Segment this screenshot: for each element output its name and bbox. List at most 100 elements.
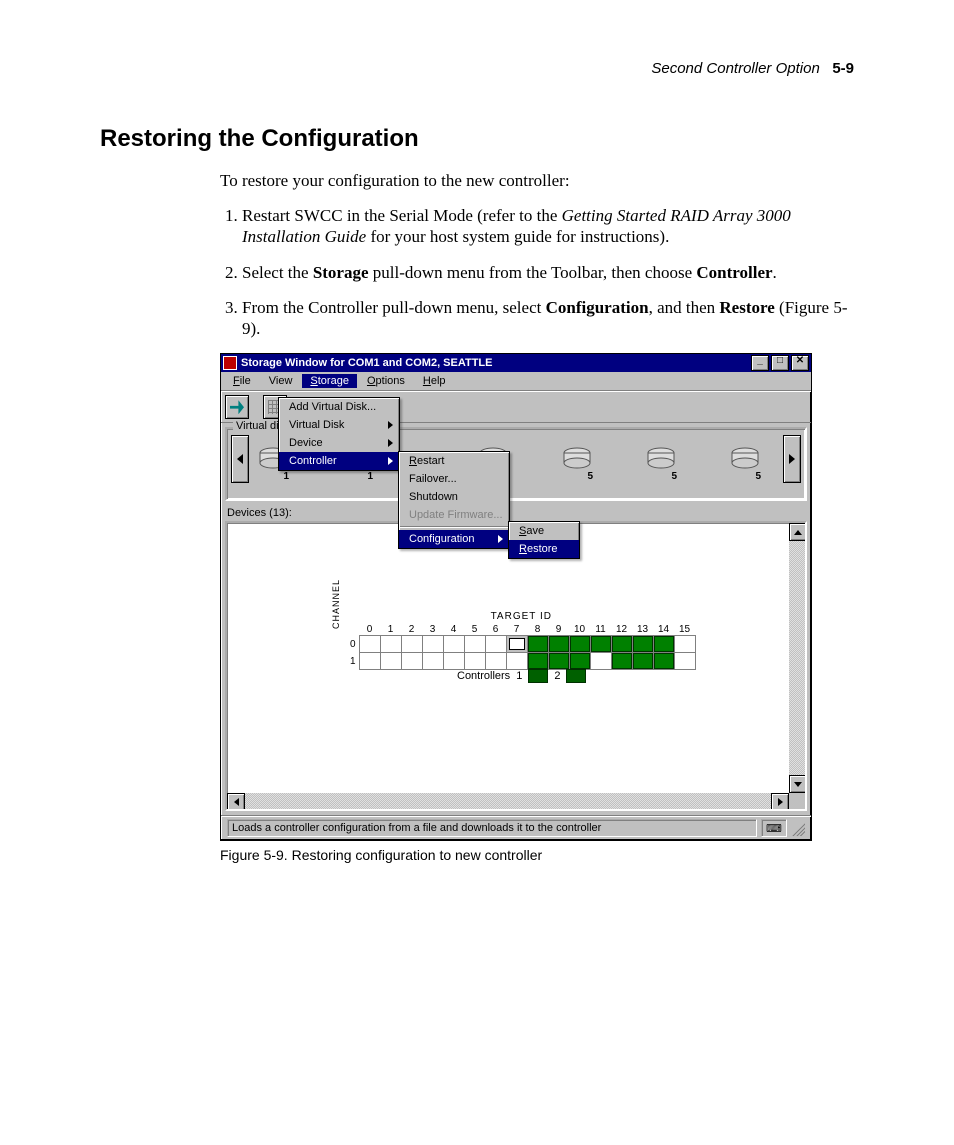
- arrow-up-icon: [794, 530, 802, 535]
- scrollbar-corner: [789, 793, 805, 809]
- menu-restart[interactable]: Restart: [399, 452, 509, 470]
- controller-chip-icon[interactable]: [566, 669, 586, 683]
- menu-add-virtual-disk[interactable]: Add Virtual Disk...: [279, 398, 399, 416]
- step-1: Restart SWCC in the Serial Mode (refer t…: [242, 205, 854, 248]
- slot-0-12[interactable]: [611, 636, 632, 653]
- slot-1-7[interactable]: [506, 653, 527, 670]
- slot-0-15[interactable]: [674, 636, 695, 653]
- menu-help[interactable]: Help: [415, 374, 454, 388]
- disk-stack-icon: [646, 447, 676, 469]
- scroll-left-button[interactable]: [227, 793, 245, 811]
- arrow-right-icon: [778, 798, 783, 806]
- minimize-button[interactable]: _: [751, 355, 769, 371]
- slot-1-11[interactable]: [590, 653, 611, 670]
- slot-0-1[interactable]: [380, 636, 401, 653]
- vdisk-scroll-left[interactable]: [231, 435, 249, 483]
- slot-1-9[interactable]: [548, 653, 569, 670]
- chevron-right-icon: [498, 535, 503, 543]
- scroll-right-button[interactable]: [771, 793, 789, 811]
- menu-failover[interactable]: Failover...: [399, 470, 509, 488]
- window-title: Storage Window for COM1 and COM2, SEATTL…: [241, 357, 751, 369]
- slot-1-0[interactable]: [359, 653, 380, 670]
- menu-device[interactable]: Device: [279, 434, 399, 452]
- slot-1-6[interactable]: [485, 653, 506, 670]
- statusbar: Loads a controller configuration from a …: [221, 815, 811, 840]
- toolbar-button-1[interactable]: [225, 395, 249, 419]
- menu-storage[interactable]: Storage: [302, 374, 357, 388]
- scroll-up-button[interactable]: [789, 523, 807, 541]
- slot-0-7-host[interactable]: [506, 636, 527, 653]
- slot-0-5[interactable]: [464, 636, 485, 653]
- scroll-track[interactable]: [789, 541, 805, 775]
- menu-configuration[interactable]: Configuration: [399, 530, 509, 548]
- menu-view[interactable]: View: [261, 374, 301, 388]
- slot-0-11[interactable]: [590, 636, 611, 653]
- slot-0-4[interactable]: [443, 636, 464, 653]
- menu-file[interactable]: File: [225, 374, 259, 388]
- channel-row-0: 0: [347, 636, 695, 653]
- slot-0-8[interactable]: [527, 636, 548, 653]
- vdisk-scroll-right[interactable]: [783, 435, 801, 483]
- arrow-down-icon: [794, 782, 802, 787]
- slot-0-14[interactable]: [653, 636, 674, 653]
- slot-1-15[interactable]: [674, 653, 695, 670]
- close-button[interactable]: ✕: [791, 355, 809, 371]
- controller-submenu: Restart Failover... Shutdown Update Firm…: [398, 451, 510, 549]
- channel-row-1: 1: [347, 653, 695, 670]
- menu-update-firmware: Update Firmware...: [399, 506, 509, 524]
- vdisk-4[interactable]: 5: [557, 447, 597, 482]
- menu-controller[interactable]: Controller: [279, 452, 399, 470]
- menubar: File View Storage Options Help: [221, 372, 811, 391]
- slot-0-6[interactable]: [485, 636, 506, 653]
- slot-0-9[interactable]: [548, 636, 569, 653]
- scroll-down-button[interactable]: [789, 775, 807, 793]
- system-menu-icon[interactable]: [223, 356, 237, 370]
- slot-0-0[interactable]: [359, 636, 380, 653]
- controller-chip-icon[interactable]: [528, 669, 548, 683]
- menu-virtual-disk[interactable]: Virtual Disk: [279, 416, 399, 434]
- controllers-row: Controllers 1 2: [457, 669, 586, 683]
- vdisk-5[interactable]: 5: [641, 447, 681, 482]
- slot-1-8[interactable]: [527, 653, 548, 670]
- menu-options[interactable]: Options: [359, 374, 413, 388]
- menu-save[interactable]: Save: [509, 522, 579, 540]
- slot-1-12[interactable]: [611, 653, 632, 670]
- disk-stack-icon: [730, 447, 760, 469]
- menu-restore[interactable]: Restore: [509, 540, 579, 558]
- menu-shutdown[interactable]: Shutdown: [399, 488, 509, 506]
- channel-label: CHANNEL: [331, 579, 341, 629]
- slot-0-3[interactable]: [422, 636, 443, 653]
- steps-list: Restart SWCC in the Serial Mode (refer t…: [220, 205, 854, 339]
- figure-caption: Figure 5-9. Restoring configuration to n…: [220, 847, 854, 863]
- titlebar[interactable]: Storage Window for COM1 and COM2, SEATTL…: [221, 354, 811, 372]
- storage-dropdown: Add Virtual Disk... Virtual Disk Device …: [278, 397, 400, 471]
- slot-1-4[interactable]: [443, 653, 464, 670]
- slot-1-1[interactable]: [380, 653, 401, 670]
- slot-0-10[interactable]: [569, 636, 590, 653]
- storage-window: Storage Window for COM1 and COM2, SEATTL…: [220, 353, 812, 841]
- maximize-button[interactable]: □: [771, 355, 789, 371]
- slot-0-2[interactable]: [401, 636, 422, 653]
- lead-paragraph: To restore your configuration to the new…: [220, 171, 854, 191]
- devices-vertical-scrollbar[interactable]: [789, 523, 805, 793]
- configuration-submenu: Save Restore: [508, 521, 580, 559]
- page-number: 5-9: [832, 60, 854, 77]
- keyboard-indicator-icon: ⌨: [761, 819, 787, 837]
- slot-1-3[interactable]: [422, 653, 443, 670]
- step-3: From the Controller pull-down menu, sele…: [242, 297, 854, 340]
- slot-1-2[interactable]: [401, 653, 422, 670]
- triangle-right-icon: [789, 454, 795, 464]
- vdisk-6[interactable]: 5: [725, 447, 765, 482]
- scroll-track[interactable]: [245, 793, 771, 809]
- devices-horizontal-scrollbar[interactable]: [227, 793, 789, 809]
- slot-1-13[interactable]: [632, 653, 653, 670]
- slot-1-5[interactable]: [464, 653, 485, 670]
- arrow-left-icon: [234, 798, 239, 806]
- slot-0-13[interactable]: [632, 636, 653, 653]
- target-grid: TARGET ID CHANNEL 0123456789101112131415…: [347, 611, 696, 670]
- statusbar-text: Loads a controller configuration from a …: [227, 819, 757, 837]
- chevron-right-icon: [388, 421, 393, 429]
- slot-1-14[interactable]: [653, 653, 674, 670]
- slot-1-10[interactable]: [569, 653, 590, 670]
- resize-grip-icon[interactable]: [789, 820, 805, 836]
